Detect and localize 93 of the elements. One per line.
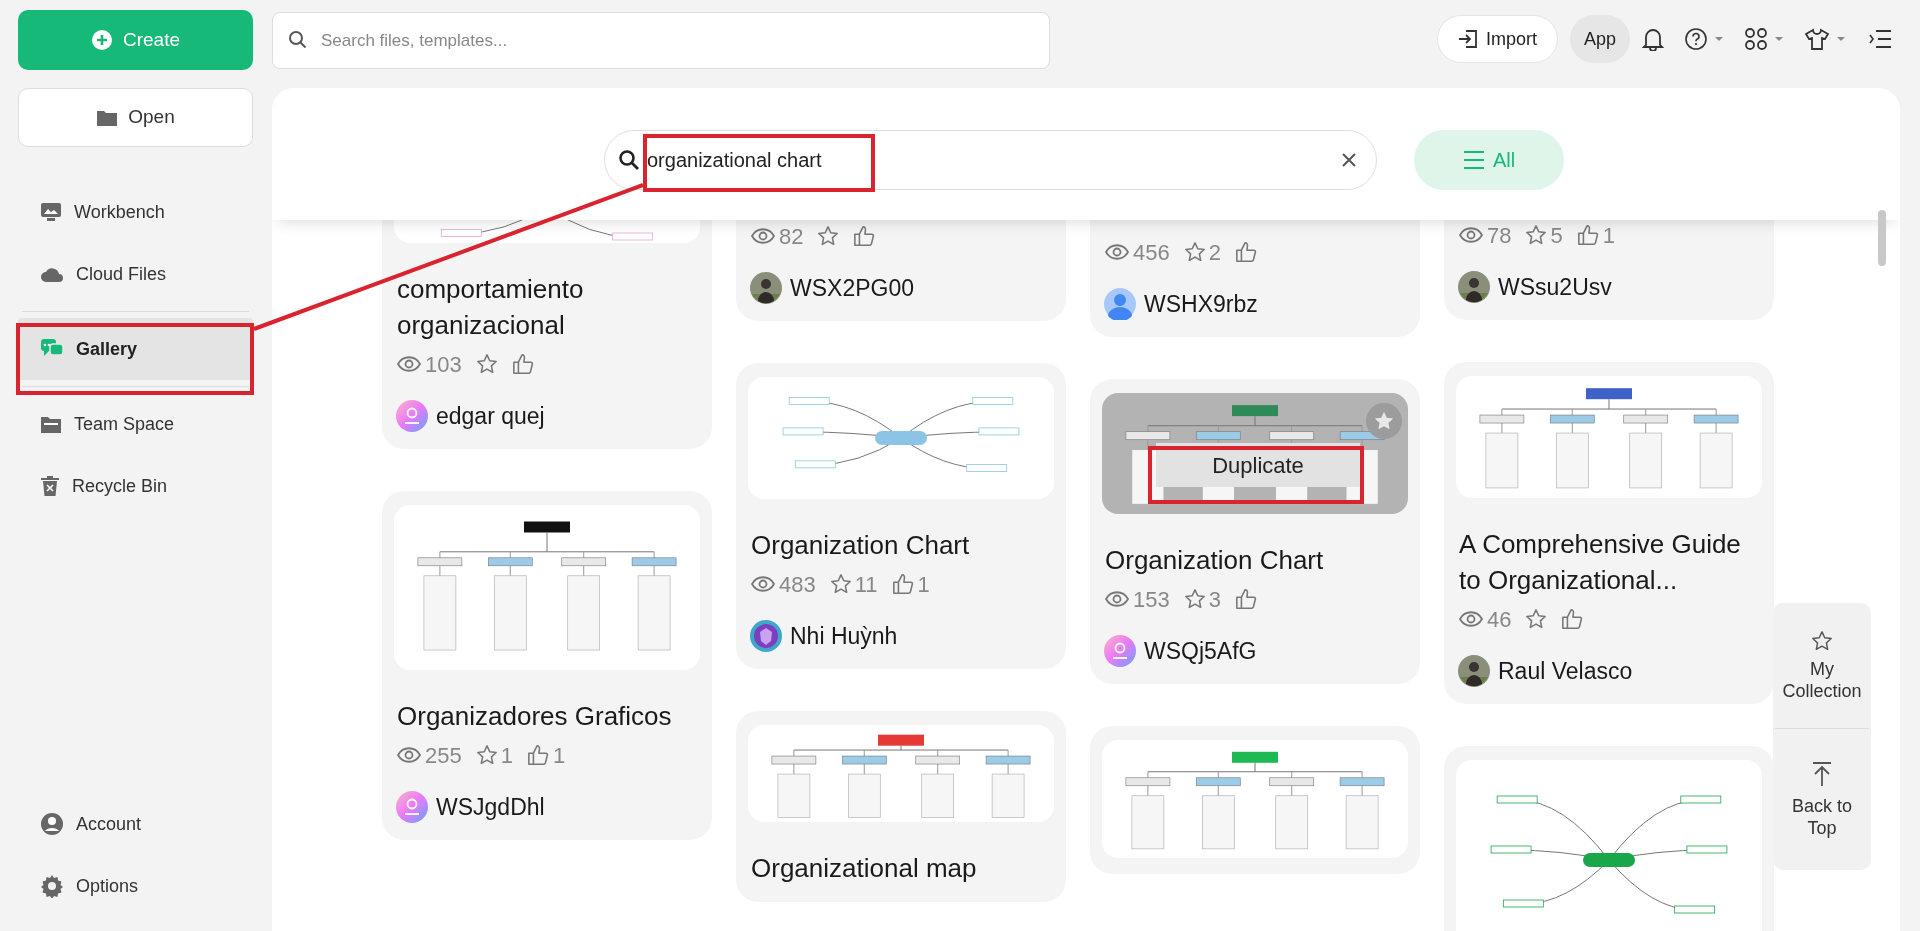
caret-icon[interactable] — [1774, 36, 1784, 42]
card-title[interactable]: comportamiento organizacional — [394, 271, 700, 343]
thumbs-up-icon[interactable] — [1234, 588, 1257, 610]
collapse-icon[interactable] — [1868, 28, 1892, 50]
back-to-top-button[interactable]: Back to Top — [1773, 729, 1871, 870]
view-count: 483 — [779, 570, 816, 599]
import-icon — [1457, 28, 1480, 50]
star-icon[interactable] — [1525, 608, 1548, 630]
caret-icon[interactable] — [1714, 36, 1724, 42]
author-name[interactable]: Raul Velasco — [1498, 653, 1633, 689]
my-collection-button[interactable]: My Collection — [1773, 603, 1871, 728]
author-name[interactable]: Nhi Huỳnh — [790, 618, 898, 654]
eye-icon — [1105, 590, 1129, 608]
open-button[interactable]: Open — [18, 88, 253, 147]
arrow-up-icon — [1810, 760, 1834, 787]
thumbs-up-icon[interactable] — [1234, 241, 1257, 263]
search-field[interactable]: Search files, templates... — [272, 12, 1050, 69]
author-name[interactable]: edgar quej — [436, 398, 545, 434]
card-title[interactable]: Organization Chart — [748, 527, 1054, 563]
star-icon[interactable] — [829, 573, 852, 595]
user-icon — [40, 812, 64, 836]
view-count: 103 — [425, 350, 462, 379]
duplicate-button[interactable]: Duplicate — [1156, 443, 1360, 487]
favorite-count: 2 — [1208, 238, 1221, 267]
bell-icon[interactable] — [1642, 27, 1664, 51]
thumbs-up-icon[interactable] — [1561, 608, 1584, 630]
view-count: 82 — [779, 222, 804, 251]
view-count: 46 — [1487, 605, 1512, 634]
settings-icon — [40, 874, 64, 898]
thumbs-up-icon[interactable] — [891, 573, 914, 595]
author-name[interactable]: WSX2PG00 — [790, 270, 914, 306]
eye-icon — [397, 746, 421, 764]
like-count: 1 — [1602, 221, 1615, 250]
star-icon[interactable] — [1525, 224, 1548, 246]
thumbs-up-icon[interactable] — [511, 353, 534, 375]
card-title[interactable]: Organizadores Graficos — [394, 698, 700, 734]
eye-icon — [1459, 610, 1483, 628]
caret-icon[interactable] — [1836, 36, 1846, 42]
view-count: 78 — [1487, 221, 1512, 250]
cloud-icon — [40, 265, 64, 283]
folder-icon — [96, 108, 119, 127]
shirt-icon[interactable] — [1804, 28, 1830, 50]
close-icon[interactable] — [1341, 152, 1357, 168]
eye-icon — [397, 355, 421, 373]
nav-item[interactable]: Gallery — [18, 318, 253, 380]
thumbs-up-icon[interactable] — [853, 225, 876, 247]
like-count: 1 — [552, 741, 566, 770]
star-icon[interactable] — [475, 353, 498, 375]
apps-icon[interactable] — [1744, 27, 1768, 51]
help-icon[interactable] — [1684, 27, 1708, 51]
favorite-count: 1 — [500, 741, 513, 770]
thumbs-up-icon[interactable] — [526, 744, 549, 766]
nav-item[interactable]: Account — [18, 793, 253, 855]
view-count: 153 — [1133, 585, 1170, 614]
search-icon — [288, 30, 308, 50]
author-name[interactable]: WSHX9rbz — [1144, 286, 1258, 322]
favorite-count: 11 — [854, 570, 878, 599]
view-count: 255 — [425, 741, 462, 770]
nav-item[interactable]: Recycle Bin — [18, 455, 253, 517]
star-icon[interactable] — [1183, 588, 1206, 610]
eye-icon — [751, 227, 775, 245]
trash-icon — [40, 475, 60, 497]
eye-icon — [1105, 243, 1129, 261]
view-count: 456 — [1133, 238, 1170, 267]
nav-item[interactable]: Cloud Files — [18, 243, 253, 305]
card-title[interactable]: Organizational map — [748, 850, 1054, 886]
scrollbar-thumb[interactable] — [1878, 210, 1886, 266]
plus-icon — [91, 29, 113, 51]
eye-icon — [751, 575, 775, 593]
author-name[interactable]: WSQj5AfG — [1144, 633, 1257, 669]
favorite-count: 5 — [1550, 221, 1563, 250]
author-name[interactable]: WSJgdDhl — [436, 789, 545, 825]
star-icon — [1811, 629, 1833, 652]
author-name[interactable]: WSsu2Usv — [1498, 269, 1612, 305]
folder-icon — [40, 414, 62, 434]
nav-item[interactable]: Options — [18, 855, 253, 917]
monitor-icon — [40, 202, 62, 222]
like-count: 1 — [917, 570, 930, 599]
search-icon — [618, 149, 640, 171]
menu-icon — [1462, 150, 1485, 170]
thumbs-up-icon[interactable] — [1576, 224, 1599, 246]
app-button[interactable]: App — [1569, 15, 1630, 63]
search-field[interactable]: organizational chart — [604, 130, 1377, 190]
eye-icon — [1459, 226, 1483, 244]
nav-item[interactable]: Team Space — [18, 393, 253, 455]
nav-item[interactable]: Workbench — [18, 181, 253, 243]
star-icon[interactable] — [1183, 241, 1206, 263]
card-title[interactable]: Organization Chart — [1102, 542, 1408, 578]
import-button[interactable]: Import — [1436, 15, 1558, 63]
favorite-count: 3 — [1208, 585, 1221, 614]
star-icon[interactable] — [475, 744, 498, 766]
card-title[interactable]: A Comprehensive Guide to Organizational... — [1456, 526, 1762, 598]
star-icon[interactable] — [817, 225, 840, 247]
